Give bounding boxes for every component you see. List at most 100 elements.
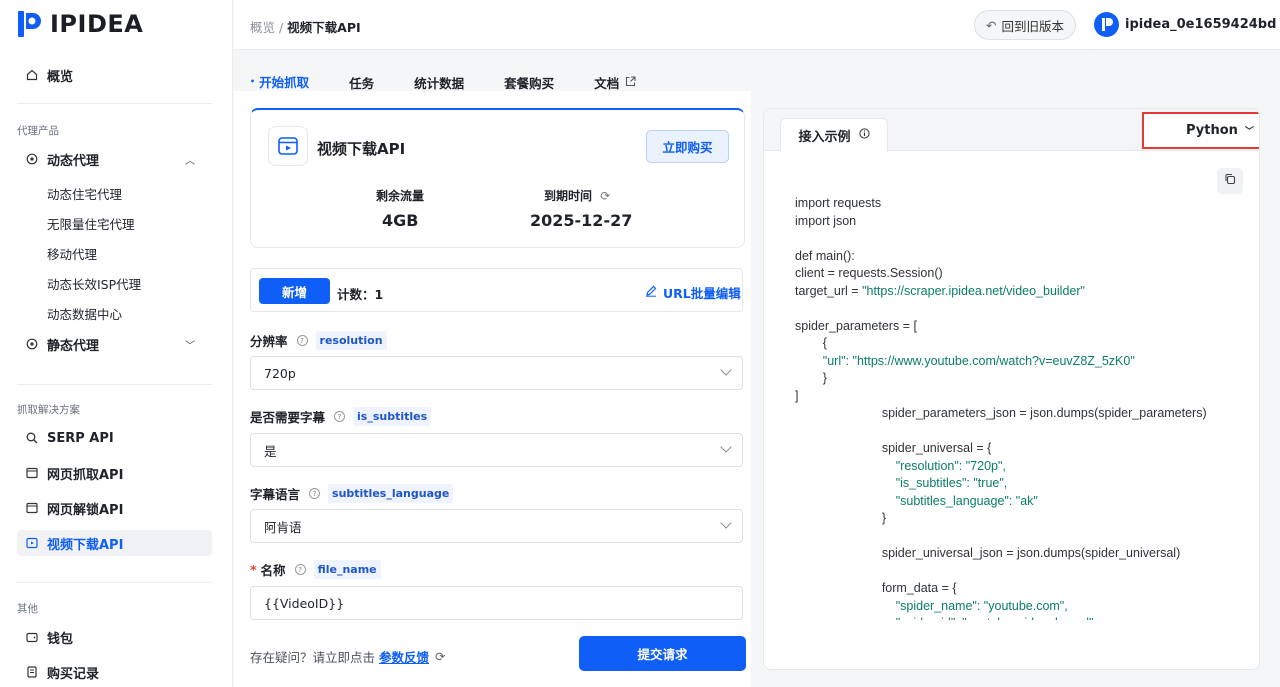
- tab-example[interactable]: 接入示例: [780, 118, 888, 152]
- code-text: client = requests.Session(): [795, 266, 943, 280]
- code-line: }: [795, 510, 1245, 528]
- sidebar-item-static-proxy[interactable]: 静态代理: [17, 331, 212, 357]
- divider: [17, 582, 212, 583]
- help-icon[interactable]: ?: [294, 564, 306, 575]
- section-label-proxy: 代理产品: [17, 125, 59, 137]
- code-line: target_url = "https://scraper.ipidea.net…: [795, 283, 1245, 301]
- sidebar-subitem-mobile[interactable]: 移动代理: [47, 244, 97, 263]
- help-icon[interactable]: ?: [296, 335, 308, 346]
- refresh-icon[interactable]: ⟳: [435, 649, 445, 664]
- buy-now-button[interactable]: 立即购买: [646, 130, 729, 163]
- code-line: import requests: [795, 195, 1245, 213]
- info-icon: [858, 128, 870, 143]
- url-batch-edit-button[interactable]: URL批量编辑: [645, 283, 741, 302]
- code-text: spider_parameters = [: [795, 318, 917, 333]
- user-menu[interactable]: ipidea_0e1659424bd ﹀: [1094, 12, 1280, 37]
- tab-label: 统计数据: [414, 76, 465, 91]
- select-value: 是: [264, 443, 277, 459]
- sidebar-subitem-unlimited[interactable]: 无限量住宅代理: [47, 214, 135, 233]
- code-line: "resolution": "720p",: [795, 458, 1245, 476]
- help-icon[interactable]: ?: [309, 488, 321, 499]
- sidebar-item-wallet[interactable]: 钱包: [17, 624, 212, 650]
- remaining-traffic-label: 剩余流量: [376, 189, 425, 203]
- copy-button[interactable]: [1217, 168, 1243, 194]
- sidebar-subitem-residential[interactable]: 动态住宅代理: [47, 184, 122, 203]
- code-string: "is_subtitles": "true",: [895, 476, 1008, 490]
- code-line: ]: [795, 388, 1245, 406]
- code-string: "spider_id": "youtube_video_by_url",: [896, 616, 1097, 620]
- file-name-input[interactable]: {{VideoID}}: [250, 586, 743, 620]
- sidebar-item-web-unlock-api[interactable]: 网页解锁API: [17, 495, 212, 521]
- code-line: spider_parameters = [: [795, 318, 1245, 336]
- breadcrumb: 概览 / 视频下载API: [250, 17, 361, 36]
- top-bar: 概览 / 视频下载API ↶ 回到旧版本 ipidea_0e1659424bd …: [234, 0, 1280, 50]
- param-tag: subtitles_language: [328, 484, 454, 503]
- sidebar-item-dynamic-proxy[interactable]: 动态代理: [17, 146, 212, 172]
- resolution-label-row: 分辨率 ? resolution: [250, 331, 387, 350]
- code-line: "spider_id": "youtube_video_by_url",: [795, 615, 1245, 620]
- subtitles-select[interactable]: 是: [250, 433, 743, 467]
- refresh-icon[interactable]: ⟳: [600, 189, 610, 203]
- expire-time-label: 到期时间 ⟳: [544, 187, 610, 204]
- subtitles-label-row: 是否需要字幕 ? is_subtitles: [250, 407, 432, 426]
- feedback-link[interactable]: 参数反馈: [379, 647, 429, 666]
- sidebar-item-serp-api[interactable]: SERP API: [17, 425, 212, 451]
- code-string: "subtitles_language": "ak": [895, 493, 1038, 508]
- unlock-icon: [26, 502, 38, 514]
- add-button[interactable]: 新增: [259, 278, 330, 304]
- example-tab-label: 接入示例: [798, 130, 851, 145]
- url-batch-edit-label: URL批量编辑: [663, 286, 741, 301]
- code-line: spider_parameters_json = json.dumps(spid…: [795, 405, 1245, 423]
- chevron-up-icon[interactable]: ︿: [185, 152, 195, 167]
- field-label: 分辨率: [250, 334, 288, 349]
- sidebar-item-overview[interactable]: 概览: [17, 62, 212, 88]
- old-version-button[interactable]: ↶ 回到旧版本: [974, 10, 1076, 40]
- video-icon: [26, 537, 38, 549]
- breadcrumb-current: 视频下载API: [287, 20, 361, 35]
- sidebar-item-web-scrape-api[interactable]: 网页抓取API: [17, 460, 212, 486]
- wallet-icon: [26, 631, 38, 643]
- submit-request-button[interactable]: 提交请求: [579, 636, 746, 671]
- help-icon[interactable]: ?: [334, 411, 346, 422]
- language-select[interactable]: Python ﹀: [1142, 112, 1259, 149]
- chevron-down-icon: [720, 517, 732, 529]
- username: ipidea_0e1659424bd: [1125, 17, 1277, 32]
- code-text: ]: [795, 388, 799, 403]
- sidebar-item-label: 视频下载API: [47, 537, 124, 553]
- section-label-scrape: 抓取解决方案: [17, 404, 80, 416]
- old-version-label: 回到旧版本: [1001, 18, 1064, 34]
- breadcrumb-root[interactable]: 概览 /: [250, 20, 283, 35]
- brand-name: IPIDEA: [50, 10, 144, 38]
- code-text: }: [795, 511, 886, 525]
- code-line: spider_universal_json = json.dumps(spide…: [795, 545, 1245, 563]
- language-label-row: 字幕语言 ? subtitles_language: [250, 484, 454, 503]
- sidebar-item-purchase-records[interactable]: 购买记录: [17, 659, 212, 685]
- sidebar-item-label: 概览: [47, 69, 74, 85]
- section-label-other: 其他: [17, 603, 38, 615]
- code-text: import json: [795, 213, 857, 228]
- code-line: "spider_name": "youtube.com",: [795, 598, 1245, 616]
- sidebar: IPIDEA 概览 代理产品 动态代理 ︿ 动态住宅代理 无限量住宅代理 移动代…: [0, 0, 233, 687]
- copy-icon: [1224, 173, 1236, 189]
- tab-label: 文档: [594, 76, 620, 91]
- code-line: {: [795, 335, 1245, 353]
- sidebar-subitem-datacenter[interactable]: 动态数据中心: [47, 304, 122, 323]
- question-text: 存在疑问？请立即点击: [250, 650, 376, 665]
- brand-logo[interactable]: IPIDEA: [18, 10, 143, 38]
- sidebar-subitem-isp[interactable]: 动态长效ISP代理: [47, 274, 141, 293]
- code-line: import json: [795, 213, 1245, 231]
- chevron-down-icon[interactable]: ﹀: [185, 337, 195, 352]
- code-text: {: [795, 336, 827, 350]
- name-label-row: * 名称 ? file_name: [250, 560, 381, 579]
- subtitle-language-select[interactable]: 阿肯语: [250, 509, 743, 543]
- sidebar-item-video-api[interactable]: 视频下载API: [17, 530, 212, 556]
- resolution-select[interactable]: 720p: [250, 356, 743, 390]
- divider: [17, 384, 212, 385]
- required-marker: *: [250, 562, 257, 577]
